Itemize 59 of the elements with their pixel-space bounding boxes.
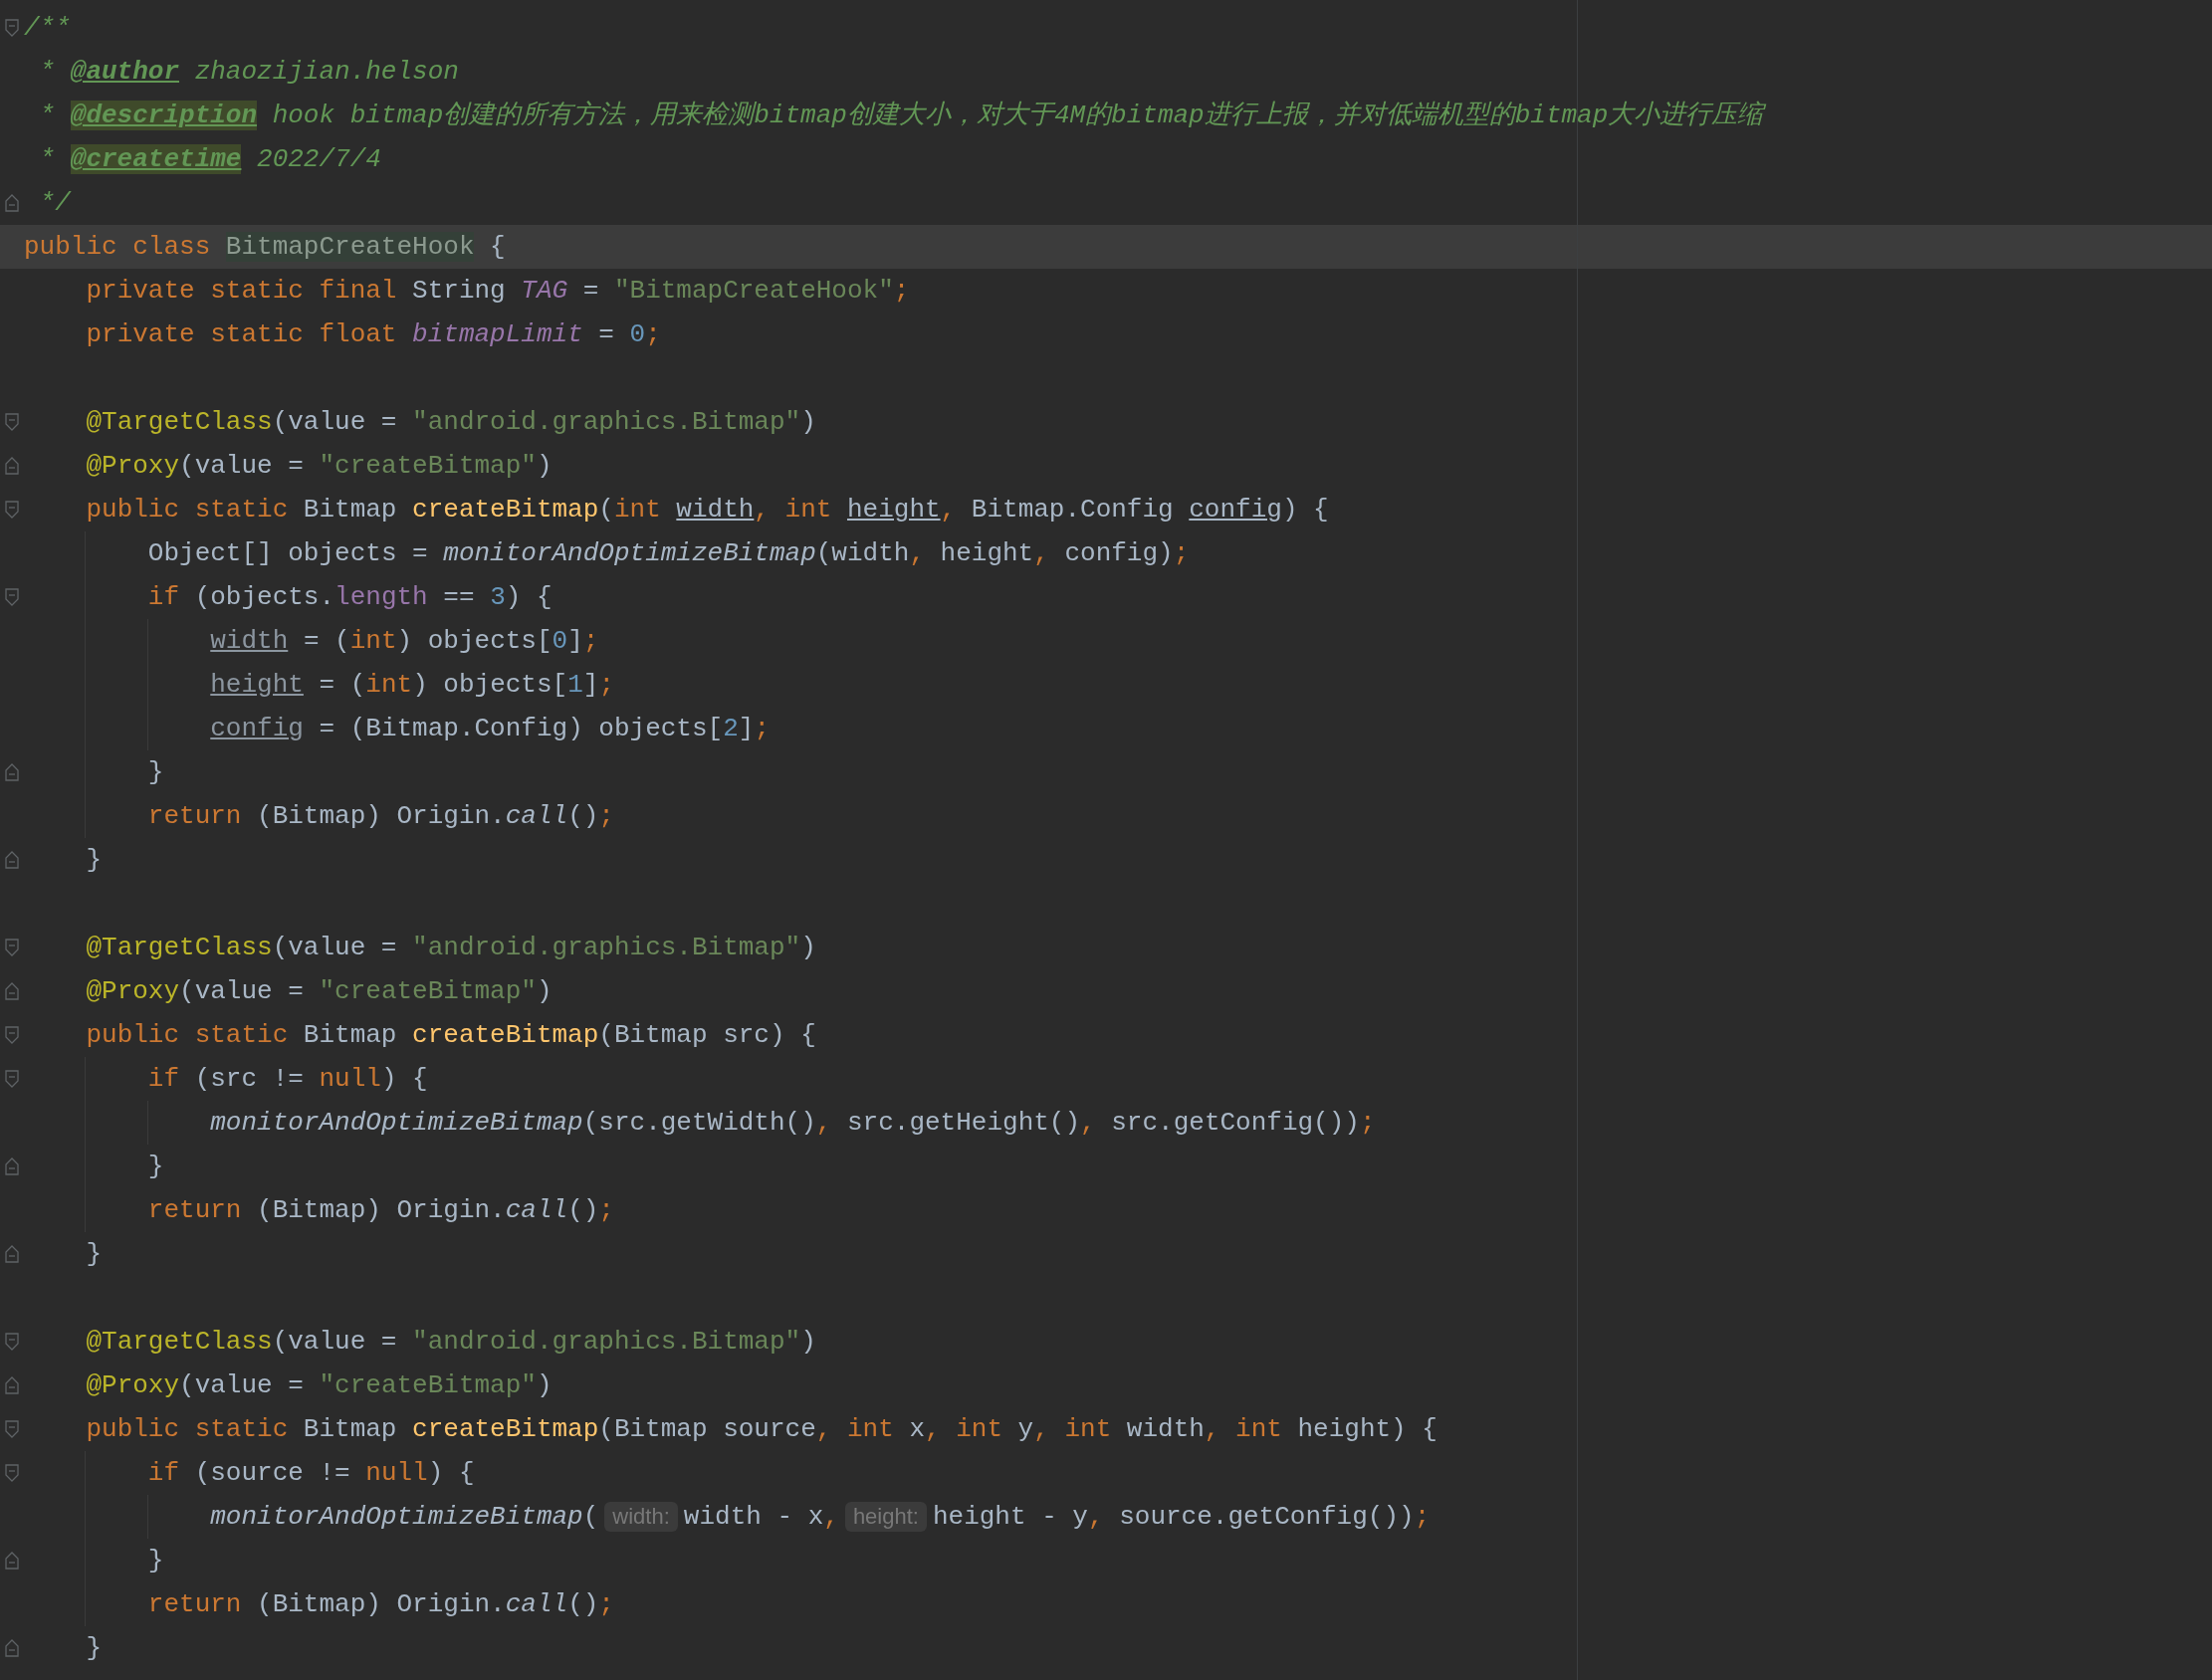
code-line: return (Bitmap) Origin.call(); (147, 800, 614, 832)
code-line: public static Bitmap createBitmap(int width, int height, Bitmap.Config config) { (86, 494, 1329, 525)
fold-icon[interactable] (5, 588, 19, 606)
code-line: } (86, 1238, 103, 1270)
code-line: if (source != null) { (147, 1457, 475, 1489)
fold-icon[interactable] (5, 1157, 19, 1175)
fold-icon[interactable] (5, 1026, 19, 1044)
code-line: */ (38, 187, 71, 219)
code-line: private static final String TAG = "BitmapCreateHook"; (86, 275, 910, 307)
inlay-hint: width: (604, 1502, 678, 1532)
code-line: if (src != null) { (147, 1063, 428, 1095)
fold-icon[interactable] (5, 1464, 19, 1482)
code-line: @TargetClass(value = "android.graphics.Bitmap") (86, 1326, 816, 1358)
fold-icon[interactable] (5, 1333, 19, 1351)
fold-icon[interactable] (5, 413, 19, 431)
inlay-hint: height: (844, 1502, 927, 1532)
code-line: /** (24, 12, 71, 44)
fold-icon[interactable] (5, 194, 19, 212)
code-line: * @createtime 2022/7/4 (38, 143, 381, 175)
fold-icon[interactable] (5, 1552, 19, 1570)
code-line: * @description hook bitmap创建的所有方法，用来检测bitmap创建大小，对大于4M的bitmap进行上报，并对低端机型的bitmap大小进行压缩 (38, 100, 1764, 131)
fold-icon[interactable] (5, 982, 19, 1000)
code-line: return (Bitmap) Origin.call(); (147, 1194, 614, 1226)
code-line: } (147, 1545, 164, 1576)
code-line: @Proxy(value = "createBitmap") (86, 975, 553, 1007)
code-text: monitorAndOptimizeBitmap( (210, 1501, 599, 1533)
code-line: public class BitmapCreateHook { (24, 231, 506, 263)
fold-icon[interactable] (5, 1639, 19, 1657)
code-line: width = (int) objects[0]; (210, 625, 599, 657)
code-line: if (objects.length == 3) { (147, 581, 553, 613)
fold-icon[interactable] (5, 1420, 19, 1438)
fold-icon[interactable] (5, 1070, 19, 1088)
code-line: Object[] objects = monitorAndOptimizeBitmap(width, height, config); (147, 537, 1190, 569)
code-line: @Proxy(value = "createBitmap") (86, 450, 553, 482)
code-line: monitorAndOptimizeBitmap(src.getWidth(), src.getHeight(), src.getConfig()); (210, 1107, 1376, 1139)
fold-icon[interactable] (5, 501, 19, 519)
code-line: return (Bitmap) Origin.call(); (147, 1588, 614, 1620)
fold-icon[interactable] (5, 1245, 19, 1263)
fold-icon[interactable] (5, 763, 19, 781)
fold-icon[interactable] (5, 457, 19, 475)
code-line: height = (int) objects[1]; (210, 669, 614, 701)
code-line: } (147, 1151, 164, 1182)
code-line: public static Bitmap createBitmap(Bitmap src) { (86, 1019, 816, 1051)
fold-icon[interactable] (5, 1376, 19, 1394)
code-line: @TargetClass(value = "android.graphics.Bitmap") (86, 932, 816, 963)
code-line: @TargetClass(value = "android.graphics.Bitmap") (86, 406, 816, 438)
code-line: } (86, 1632, 103, 1664)
fold-icon[interactable] (5, 19, 19, 37)
fold-icon[interactable] (5, 851, 19, 869)
code-line: @Proxy(value = "createBitmap") (86, 1369, 553, 1401)
fold-icon[interactable] (5, 939, 19, 956)
code-line: config = (Bitmap.Config) objects[2]; (210, 713, 770, 744)
code-line: } (86, 844, 103, 876)
code-text: height - y, source.getConfig()); (932, 1501, 1431, 1533)
code-line: private static float bitmapLimit = 0; (86, 318, 661, 350)
code-line: * @author zhaozijian.helson (38, 56, 459, 88)
code-text: width - x, (683, 1501, 839, 1533)
code-line: public static Bitmap createBitmap(Bitmap source, int x, int y, int width, int height) { (86, 1413, 1438, 1445)
code-line: } (147, 756, 164, 788)
